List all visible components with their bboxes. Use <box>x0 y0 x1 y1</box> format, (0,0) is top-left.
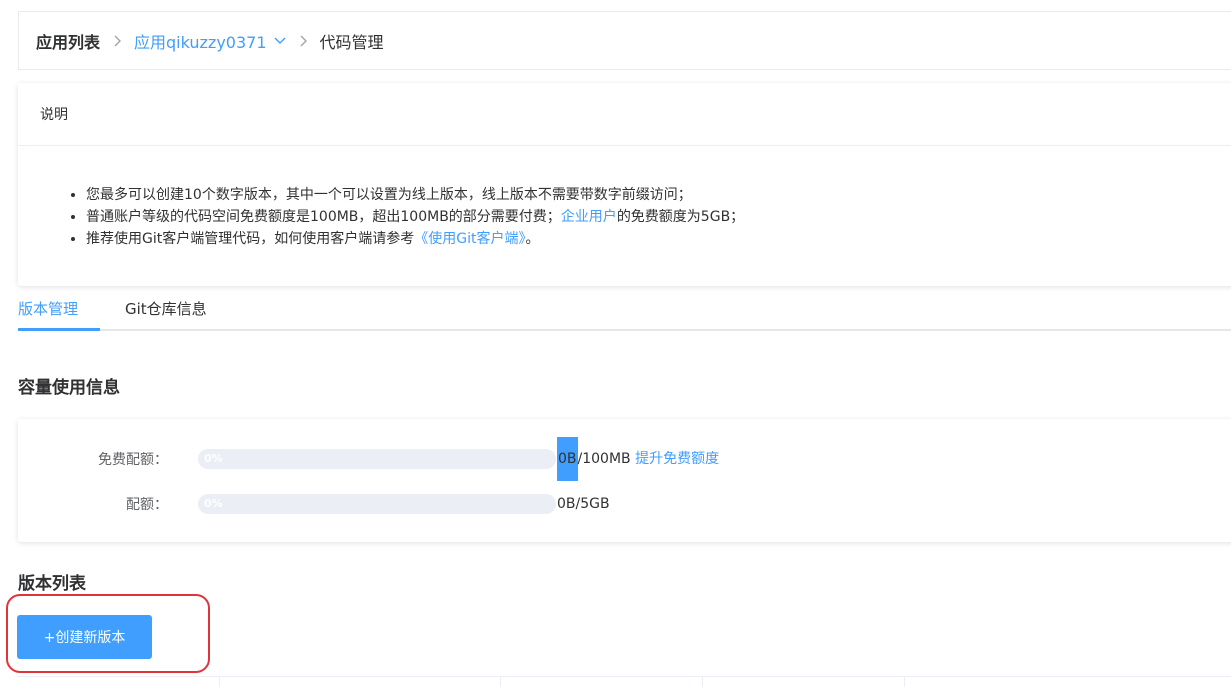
version-list-title: 版本列表 <box>18 574 86 594</box>
tab-git-repo-info[interactable]: Git仓库信息 <box>125 291 207 329</box>
capacity-section-title: 容量使用信息 <box>18 378 120 398</box>
table-column <box>905 677 1231 687</box>
git-client-guide-link[interactable]: 《使用Git客户端》 <box>414 231 525 247</box>
table-column <box>18 677 220 687</box>
table-column <box>703 677 905 687</box>
info-item-versions: 您最多可以创建10个数字版本，其中一个可以设置为线上版本，线上版本不需要带数字前… <box>86 184 1231 206</box>
free-quota-progress: 0% <box>198 449 556 469</box>
info-list: 您最多可以创建10个数字版本，其中一个可以设置为线上版本，线上版本不需要带数字前… <box>18 184 1231 250</box>
info-item-quota: 普通账户等级的代码空间免费额度是100MB，超出100MB的部分需要付费；企业用… <box>86 206 1231 228</box>
tab-version-management[interactable]: 版本管理 <box>18 291 101 331</box>
info-item-quota-suffix: 的免费额度为5GB； <box>616 209 745 225</box>
free-quota-used: 0B <box>557 437 578 481</box>
quota-percent: 0% <box>204 497 223 510</box>
quota-label: 配额： <box>126 497 168 513</box>
table-column <box>501 677 703 687</box>
create-version-button[interactable]: +创建新版本 <box>17 615 152 659</box>
free-quota-row: 免费配额： 0% 0B/100MB 提升免费额度 <box>18 437 1231 481</box>
breadcrumb-app-list[interactable]: 应用列表 <box>36 29 100 53</box>
capacity-card: 免费配额： 0% 0B/100MB 提升免费额度 配额： 0% 0B/5GB <box>18 419 1231 542</box>
free-quota-label: 免费配额： <box>98 452 168 468</box>
info-card-body: 您最多可以创建10个数字版本，其中一个可以设置为线上版本，线上版本不需要带数字前… <box>18 146 1231 250</box>
info-item-git-suffix: 。 <box>525 231 540 247</box>
table-column <box>220 677 501 687</box>
breadcrumb-app-dropdown[interactable]: 应用qikuzzy0371 <box>134 29 286 53</box>
chevron-right-icon <box>114 35 122 47</box>
info-card: 说明 您最多可以创建10个数字版本，其中一个可以设置为线上版本，线上版本不需要带… <box>18 83 1231 286</box>
breadcrumb-app-label: 应用qikuzzy0371 <box>134 32 267 52</box>
info-item-git: 推荐使用Git客户端管理代码，如何使用客户端请参考《使用Git客户端》。 <box>86 228 1231 250</box>
info-item-git-text: 推荐使用Git客户端管理代码，如何使用客户端请参考 <box>86 231 415 247</box>
free-quota-value: 0B/100MB 提升免费额度 <box>557 437 719 481</box>
free-quota-percent: 0% <box>204 452 223 465</box>
breadcrumb: 应用列表 应用qikuzzy0371 代码管理 <box>18 11 1231 70</box>
enterprise-user-link[interactable]: 企业用户 <box>561 209 617 225</box>
chevron-down-icon <box>274 37 286 45</box>
free-quota-total: /100MB <box>577 451 631 467</box>
quota-row: 配额： 0% 0B/5GB <box>18 492 1231 516</box>
quota-value: 0B/5GB <box>557 496 610 512</box>
info-card-title: 说明 <box>18 83 1231 146</box>
quota-progress: 0% <box>198 494 556 514</box>
upgrade-free-quota-link[interactable]: 提升免费额度 <box>635 451 719 467</box>
breadcrumb-current: 代码管理 <box>319 32 384 52</box>
chevron-right-icon <box>300 35 308 47</box>
info-item-quota-text: 普通账户等级的代码空间免费额度是100MB，超出100MB的部分需要付费； <box>86 209 561 225</box>
tab-bar: 版本管理 Git仓库信息 <box>18 291 1231 331</box>
